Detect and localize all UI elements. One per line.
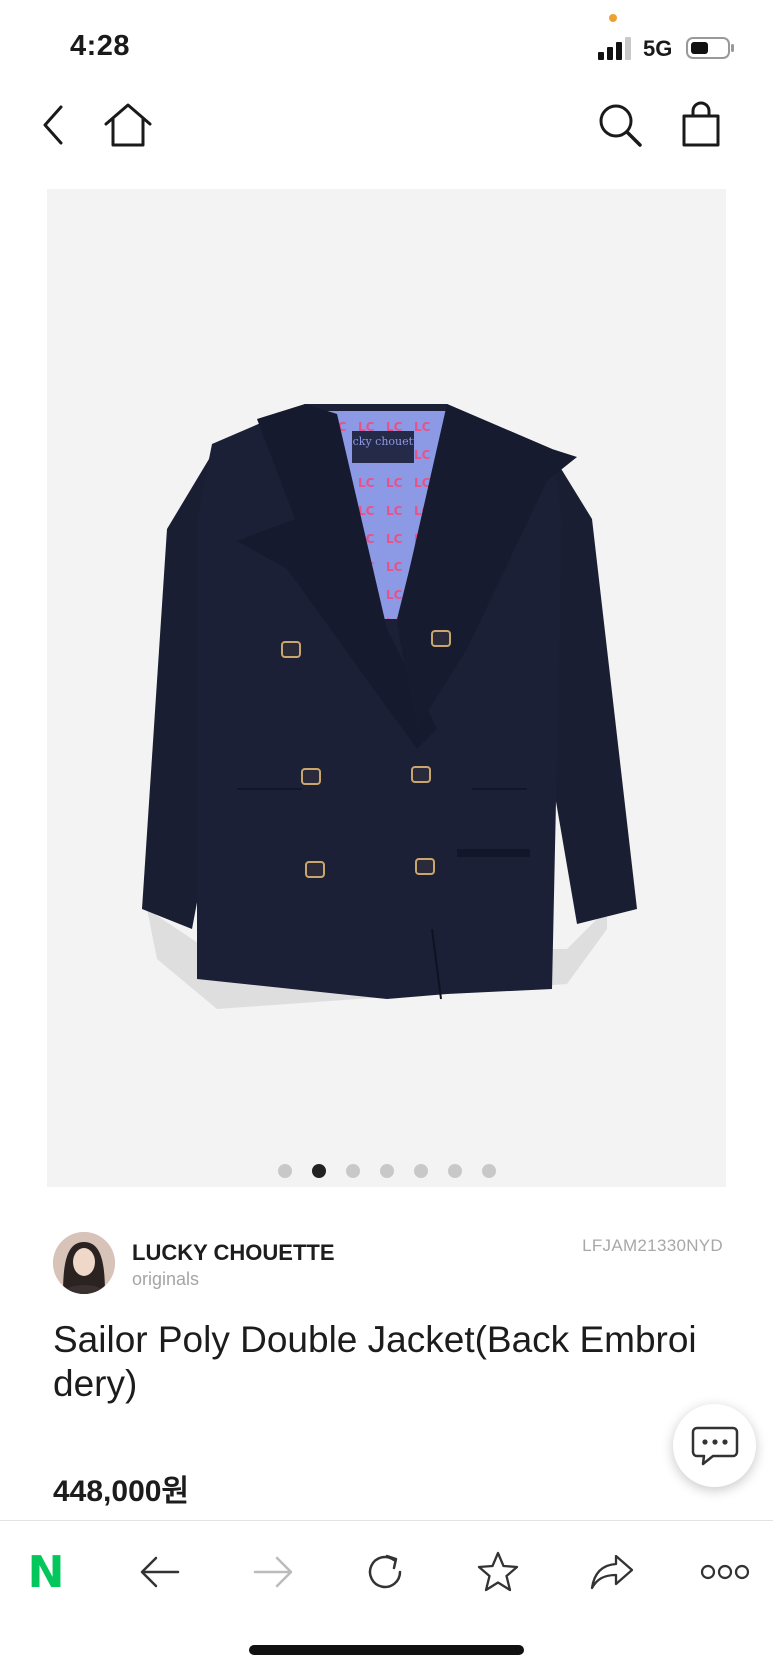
product-image-carousel[interactable]: LC lucky chouette — [47, 189, 726, 1187]
cart-button[interactable] — [674, 98, 728, 152]
chat-button[interactable] — [673, 1404, 756, 1487]
home-icon — [104, 103, 152, 147]
share-button[interactable] — [584, 1544, 640, 1600]
privacy-indicator-dot — [609, 14, 617, 22]
brand-avatar[interactable] — [53, 1232, 115, 1294]
bookmark-button[interactable] — [470, 1544, 526, 1600]
forward-arrow-icon — [253, 1556, 293, 1588]
browser-forward-button[interactable] — [245, 1544, 301, 1600]
more-button[interactable] — [697, 1544, 753, 1600]
top-navigation — [0, 90, 773, 160]
carousel-dot[interactable] — [413, 1164, 428, 1178]
chat-bubble-icon — [691, 1426, 738, 1465]
carousel-dot[interactable] — [379, 1164, 394, 1178]
brand-name[interactable]: LUCKY CHOUETTE — [132, 1240, 335, 1266]
home-indicator — [249, 1645, 524, 1655]
product-price: 448,000원 — [53, 1475, 190, 1508]
shopping-bag-icon — [682, 101, 720, 147]
brand-subtitle: originals — [132, 1269, 200, 1289]
naver-logo: N — [27, 1546, 65, 1598]
carousel-dot[interactable] — [447, 1164, 462, 1178]
reload-icon — [368, 1554, 402, 1589]
chevron-left-icon — [43, 105, 63, 145]
avatar-image — [53, 1232, 115, 1294]
carousel-dot[interactable] — [345, 1164, 360, 1178]
browser-reload-button[interactable] — [357, 1544, 413, 1600]
browser-back-button[interactable] — [132, 1544, 188, 1600]
product-title: Sailor Poly Double Jacket(Back Embroider… — [53, 1319, 697, 1404]
star-icon — [477, 1551, 519, 1592]
back-arrow-icon — [140, 1556, 180, 1588]
battery-icon — [686, 37, 734, 59]
back-button[interactable] — [27, 98, 81, 152]
home-button[interactable] — [101, 98, 155, 152]
product-sku: LFJAM21330NYD — [582, 1236, 723, 1255]
carousel-dot-active[interactable] — [311, 1164, 326, 1178]
jacket-photo: LC lucky chouette — [142, 404, 637, 1009]
cellular-signal-icon — [598, 37, 631, 60]
status-time: 4:28 — [70, 30, 131, 62]
carousel-dot[interactable] — [481, 1164, 496, 1178]
network-type: 5G — [643, 36, 673, 61]
label-text: lucky chouette — [342, 435, 424, 448]
carousel-dot[interactable] — [277, 1164, 292, 1178]
search-icon — [599, 104, 642, 147]
carousel-indicator — [0, 1164, 773, 1178]
brand-info: LUCKY CHOUETTE originals LFJAM21330NYD — [53, 1232, 723, 1296]
share-icon — [590, 1554, 634, 1590]
search-button[interactable] — [594, 98, 648, 152]
naver-home-button[interactable]: N — [18, 1544, 74, 1600]
more-icon — [700, 1564, 750, 1580]
status-bar: 4:28 5G — [0, 0, 773, 80]
